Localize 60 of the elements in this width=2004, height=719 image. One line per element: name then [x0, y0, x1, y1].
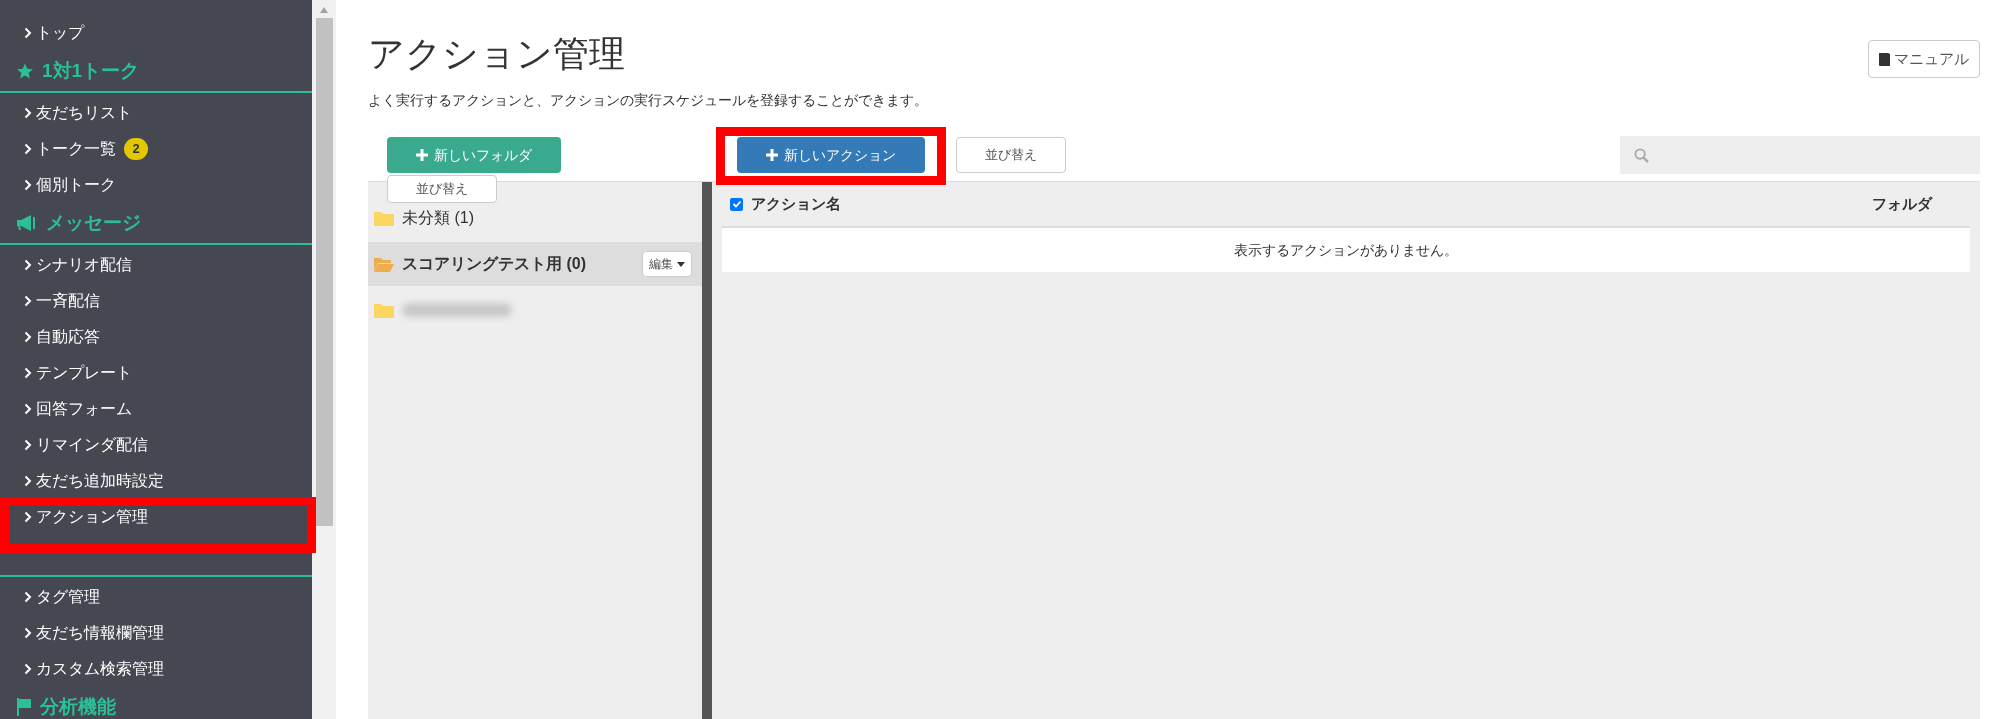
sidebar-item[interactable]: 友だち情報欄管理	[0, 615, 312, 651]
section-title: 1対1トーク	[42, 58, 140, 83]
sidebar-item[interactable]: 友だちリスト	[0, 95, 312, 131]
sidebar-item[interactable]: タグ管理	[0, 579, 312, 615]
column-header: アクション名	[751, 193, 841, 214]
search-field[interactable]	[1620, 136, 1980, 174]
sidebar-item[interactable]: トーク一覧 2	[0, 131, 312, 167]
section-title: メッセージ	[46, 210, 141, 235]
chevron-icon	[24, 27, 32, 39]
chevron-icon	[24, 511, 32, 523]
chevron-icon	[24, 367, 32, 379]
chevron-icon	[24, 663, 32, 675]
sort-button[interactable]: 並び替え	[956, 137, 1066, 173]
count-badge: 2	[124, 138, 148, 160]
select-all-checkbox[interactable]	[730, 197, 743, 211]
chevron-icon	[24, 591, 32, 603]
folder-icon	[374, 210, 394, 226]
chevron-icon	[24, 107, 32, 119]
new-action-button[interactable]: 新しいアクション	[737, 137, 925, 173]
chevron-icon	[24, 475, 32, 487]
plus-icon	[766, 149, 778, 161]
folder-item[interactable]: スコアリングテスト用 (0) 編集	[368, 242, 702, 286]
chevron-icon	[24, 179, 32, 191]
chevron-icon	[24, 331, 32, 343]
sidebar-item[interactable]: 友だち追加時設定	[0, 463, 312, 499]
plus-icon	[416, 149, 428, 161]
flag-icon	[16, 698, 32, 716]
sidebar-item[interactable]: 個別トーク	[0, 167, 312, 203]
sidebar-item[interactable]: カスタム検索管理	[0, 651, 312, 687]
empty-message: 表示するアクションがありません。	[1234, 240, 1458, 260]
column-header: フォルダ	[1872, 193, 1932, 214]
sidebar-item[interactable]: アクション管理	[0, 499, 312, 535]
sidebar-item[interactable]: リマインダ配信	[0, 427, 312, 463]
book-icon	[1879, 52, 1890, 66]
open-folder-icon	[374, 256, 394, 272]
star-icon	[16, 62, 34, 80]
megaphone-icon	[16, 215, 38, 231]
chevron-icon	[24, 627, 32, 639]
sidebar-item[interactable]: トップ	[0, 15, 312, 51]
sidebar-item[interactable]: 回答フォーム	[0, 391, 312, 427]
search-icon	[1634, 147, 1649, 163]
caret-icon	[677, 261, 685, 267]
chevron-icon	[24, 295, 32, 307]
sidebar-item[interactable]: テンプレート	[0, 355, 312, 391]
sidebar-item[interactable]: 自動応答	[0, 319, 312, 355]
scroll-up-icon	[319, 6, 329, 14]
page-description: よく実行するアクションと、アクションの実行スケジュールを登録することができます。	[368, 91, 929, 110]
edit-dropdown-button[interactable]: 編集	[642, 251, 692, 277]
manual-button[interactable]: マニュアル	[1868, 40, 1980, 78]
sidebar-item[interactable]: シナリオ配信	[0, 247, 312, 283]
panel-splitter[interactable]	[702, 182, 712, 719]
chevron-icon	[24, 439, 32, 451]
chevron-icon	[24, 143, 32, 155]
sidebar-item[interactable]: 一斉配信	[0, 283, 312, 319]
sort-dropdown-menu[interactable]: 並び替え	[387, 175, 497, 203]
chevron-icon	[24, 403, 32, 415]
chevron-icon	[24, 259, 32, 271]
page-title: アクション管理	[368, 36, 625, 72]
folder-icon	[374, 302, 394, 318]
section-title: 分析機能	[40, 694, 116, 719]
